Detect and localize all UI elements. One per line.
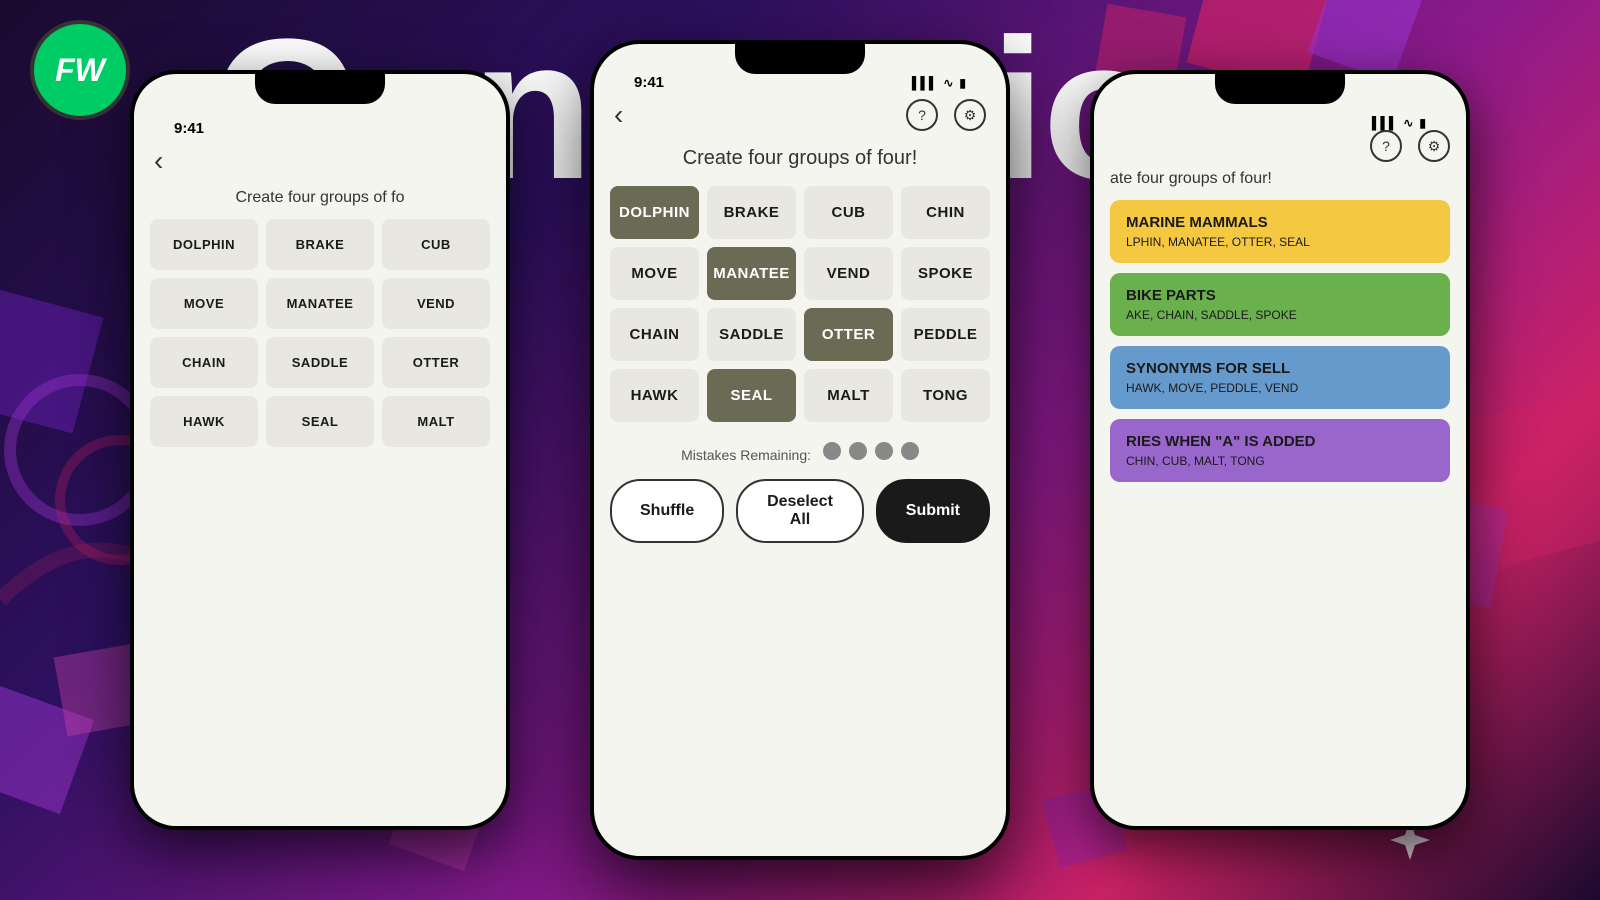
center-word-grid: DOLPHINBRAKECUBCHIN MOVEMANATEEVENDSPOKE C… — [610, 186, 990, 422]
left-word-tile-otter[interactable]: OTTER — [382, 337, 490, 388]
center-phone-inner: 9:41 ▌▌▌ ∿ ▮ ‹ ? ⚙ Create four groups of… — [594, 44, 1006, 856]
word-tile-brake[interactable]: BRAKE — [707, 186, 796, 239]
word-tile-dolphin[interactable]: DOLPHIN — [610, 186, 699, 239]
right-status-icons: ▌▌▌ ∿ ▮ — [1372, 116, 1426, 130]
left-game-title: Create four groups of fo — [150, 189, 490, 207]
left-word-tile-dolphin[interactable]: DOLPHIN — [150, 219, 258, 270]
category-title: BIKE PARTS — [1126, 287, 1434, 304]
action-buttons: Shuffle Deselect All Submit — [610, 479, 990, 543]
word-tile-manatee[interactable]: MANATEE — [707, 247, 796, 300]
mistakes-dots — [823, 442, 919, 460]
word-tile-hawk[interactable]: HAWK — [610, 369, 699, 422]
center-phone-notch — [735, 44, 865, 74]
fw-logo: FW — [30, 20, 130, 120]
word-tile-move[interactable]: MOVE — [610, 247, 699, 300]
word-tile-cub[interactable]: CUB — [804, 186, 893, 239]
right-game-title: ate four groups of four! — [1110, 170, 1450, 188]
fw-logo-text: FW — [55, 52, 105, 89]
category-card-purple: RIES WHEN "A" IS ADDED CHIN, CUB, MALT, … — [1110, 419, 1450, 482]
right-help-icon[interactable]: ? — [1370, 130, 1402, 162]
mistake-dot-0 — [823, 442, 841, 460]
category-items: AKE, CHAIN, SADDLE, SPOKE — [1126, 308, 1434, 322]
right-phone: ▌▌▌ ∿ ▮ ? ⚙ ate four groups of four! MAR… — [1090, 70, 1470, 830]
center-time: 9:41 — [634, 74, 664, 91]
left-word-tile-manatee[interactable]: MANATEE — [266, 278, 374, 329]
category-title: RIES WHEN "A" IS ADDED — [1126, 433, 1434, 450]
left-word-tile-cub[interactable]: CUB — [382, 219, 490, 270]
left-word-tile-vend[interactable]: VEND — [382, 278, 490, 329]
status-right-icons: ▌▌▌ ∿ ▮ — [912, 76, 966, 90]
help-icon[interactable]: ? — [906, 99, 938, 131]
left-word-grid: DOLPHINBRAKECUB MOVEMANATEEVEND CHAINSADDL… — [150, 219, 490, 447]
left-back-button[interactable]: ‹ — [154, 145, 163, 177]
right-phone-inner: ▌▌▌ ∿ ▮ ? ⚙ ate four groups of four! MAR… — [1094, 74, 1466, 826]
shuffle-button[interactable]: Shuffle — [610, 479, 724, 543]
phones-container: 9:41 ‹ Create four groups of fo DOLPHINB… — [0, 0, 1600, 900]
left-word-tile-chain[interactable]: CHAIN — [150, 337, 258, 388]
word-tile-saddle[interactable]: SADDLE — [707, 308, 796, 361]
category-card-blue: SYNONYMS FOR SELL HAWK, MOVE, PEDDLE, VE… — [1110, 346, 1450, 409]
left-nav-bar: ‹ — [150, 137, 490, 185]
word-tile-vend[interactable]: VEND — [804, 247, 893, 300]
category-items: CHIN, CUB, MALT, TONG — [1126, 454, 1434, 468]
wifi-icon: ∿ — [943, 76, 953, 90]
mistake-dot-1 — [849, 442, 867, 460]
submit-button[interactable]: Submit — [876, 479, 990, 543]
settings-icon[interactable]: ⚙ — [954, 99, 986, 131]
center-game-title: Create four groups of four! — [610, 147, 990, 170]
left-time: 9:41 — [174, 120, 204, 137]
category-card-green: BIKE PARTS AKE, CHAIN, SADDLE, SPOKE — [1110, 273, 1450, 336]
left-word-tile-malt[interactable]: MALT — [382, 396, 490, 447]
right-settings-icon[interactable]: ⚙ — [1418, 130, 1450, 162]
right-status-bar: ▌▌▌ ∿ ▮ — [1110, 104, 1450, 130]
mistake-dot-3 — [901, 442, 919, 460]
category-card-yellow: MARINE MAMMALS LPHIN, MANATEE, OTTER, SE… — [1110, 200, 1450, 263]
word-tile-chin[interactable]: CHIN — [901, 186, 990, 239]
left-word-tile-seal[interactable]: SEAL — [266, 396, 374, 447]
right-signal-icon: ▌▌▌ — [1372, 116, 1398, 130]
left-status-bar: 9:41 — [150, 108, 490, 137]
category-items: HAWK, MOVE, PEDDLE, VEND — [1126, 381, 1434, 395]
left-phone-content: 9:41 ‹ Create four groups of fo DOLPHINB… — [134, 74, 506, 447]
word-tile-seal[interactable]: SEAL — [707, 369, 796, 422]
right-battery-icon: ▮ — [1419, 116, 1426, 130]
mistake-dot-2 — [875, 442, 893, 460]
signal-icon: ▌▌▌ — [912, 76, 938, 90]
word-tile-peddle[interactable]: PEDDLE — [901, 308, 990, 361]
category-items: LPHIN, MANATEE, OTTER, SEAL — [1126, 235, 1434, 249]
right-categories: MARINE MAMMALS LPHIN, MANATEE, OTTER, SE… — [1110, 200, 1450, 482]
word-tile-otter[interactable]: OTTER — [804, 308, 893, 361]
deselect-all-button[interactable]: Deselect All — [736, 479, 864, 543]
category-title: SYNONYMS FOR SELL — [1126, 360, 1434, 377]
center-nav-bar: ‹ ? ⚙ — [610, 91, 990, 139]
right-phone-notch — [1215, 74, 1345, 104]
word-tile-spoke[interactable]: SPOKE — [901, 247, 990, 300]
mistakes-row: Mistakes Remaining: — [610, 442, 990, 463]
left-phone-notch — [255, 74, 385, 104]
center-back-button[interactable]: ‹ — [614, 99, 623, 131]
word-tile-tong[interactable]: TONG — [901, 369, 990, 422]
left-word-tile-saddle[interactable]: SADDLE — [266, 337, 374, 388]
left-word-tile-hawk[interactable]: HAWK — [150, 396, 258, 447]
left-word-tile-move[interactable]: MOVE — [150, 278, 258, 329]
word-tile-chain[interactable]: CHAIN — [610, 308, 699, 361]
center-nav-icons: ? ⚙ — [906, 99, 986, 131]
battery-icon: ▮ — [959, 76, 966, 90]
right-phone-content: ▌▌▌ ∿ ▮ ? ⚙ ate four groups of four! MAR… — [1094, 74, 1466, 482]
word-tile-malt[interactable]: MALT — [804, 369, 893, 422]
mistakes-label: Mistakes Remaining: — [681, 447, 811, 463]
left-phone-inner: 9:41 ‹ Create four groups of fo DOLPHINB… — [134, 74, 506, 826]
right-nav: ? ⚙ — [1110, 130, 1450, 162]
center-phone-content: 9:41 ▌▌▌ ∿ ▮ ‹ ? ⚙ Create four groups of… — [594, 62, 1006, 543]
left-phone: 9:41 ‹ Create four groups of fo DOLPHINB… — [130, 70, 510, 830]
category-title: MARINE MAMMALS — [1126, 214, 1434, 231]
center-phone: 9:41 ▌▌▌ ∿ ▮ ‹ ? ⚙ Create four groups of… — [590, 40, 1010, 860]
left-word-tile-brake[interactable]: BRAKE — [266, 219, 374, 270]
right-wifi-icon: ∿ — [1403, 116, 1413, 130]
